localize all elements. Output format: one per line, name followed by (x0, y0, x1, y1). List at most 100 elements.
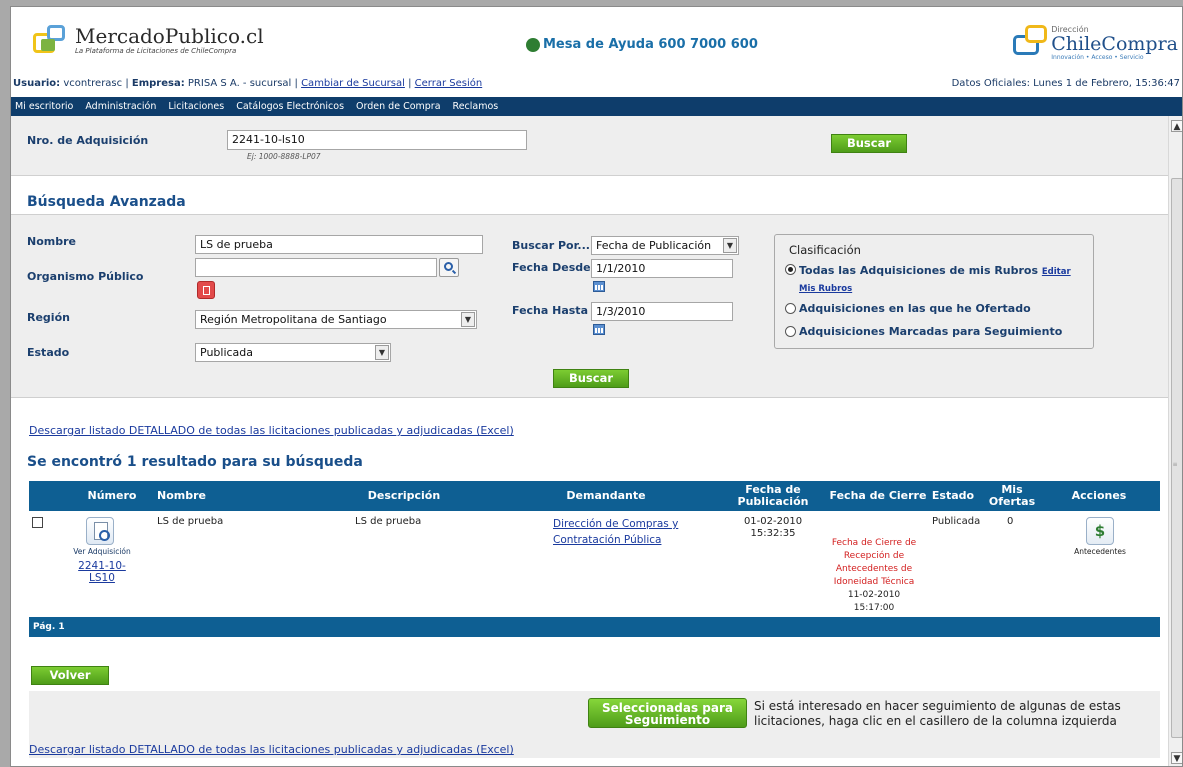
follow-selected-button[interactable]: Seleccionadas para Seguimiento (588, 698, 747, 728)
col-demandante: Demandante (566, 489, 646, 502)
calendar-icon[interactable] (593, 324, 605, 335)
mercadopublico-logo[interactable]: MercadoPublico.cl La Plataforma de Licit… (33, 25, 264, 56)
chilecompra-logo-icon (1011, 25, 1049, 57)
name-input[interactable]: LS de prueba (195, 235, 483, 254)
user-label: Usuario: (13, 78, 61, 89)
nav-catalogos[interactable]: Catálogos Electrónicos (236, 101, 344, 112)
col-numero: Número (87, 489, 137, 502)
date-to-input[interactable]: 1/3/2010 (591, 302, 733, 321)
table-row: Ver Adquisición 2241-10-LS10 LS de prueb… (29, 511, 1160, 617)
name-label: Nombre (27, 235, 76, 248)
chevron-down-icon: ▼ (723, 238, 737, 253)
view-document-icon[interactable] (86, 517, 114, 545)
vertical-scrollbar[interactable]: ▲ ≡ ▼ (1168, 116, 1182, 766)
content-area: Nro. de Adquisición 2241-10-ls10 Ej: 100… (11, 116, 1168, 766)
search-icon[interactable] (439, 258, 459, 277)
calendar-icon[interactable] (593, 281, 605, 292)
row-antecedentes-label[interactable]: Antecedentes (1067, 547, 1133, 556)
chevron-down-icon: ▼ (461, 312, 475, 327)
row-descripcion: LS de prueba (355, 516, 422, 527)
follow-note: Si está interesado en hacer seguimiento … (754, 699, 1121, 728)
download-link-top[interactable]: Descargar listado DETALLADO de todas las… (29, 424, 514, 437)
radio-followed-label: Adquisiciones Marcadas para Seguimiento (799, 325, 1063, 338)
region-label: Región (27, 311, 70, 324)
region-select[interactable]: Región Metropolitana de Santiago ▼ (195, 310, 477, 329)
col-fecha-publicacion: Fecha de Publicación (737, 483, 809, 508)
official-date: Datos Oficiales: Lunes 1 de Febrero, 15:… (951, 78, 1180, 89)
row-estado: Publicada (932, 516, 981, 527)
user-bar: Usuario: vcontrerasc | Empresa: PRISA S … (13, 78, 483, 89)
row-cierre-date: 11-02-2010 (847, 590, 901, 600)
company-label: Empresa: (131, 78, 185, 89)
logout-link[interactable]: Cerrar Sesión (415, 78, 483, 89)
help-desk: Mesa de Ayuda 600 7000 600 (526, 37, 758, 52)
mercadopublico-logo-icon (33, 25, 71, 55)
cc-subtitle: Innovación • Acceso • Servicio (1051, 54, 1144, 61)
advanced-search-title: Búsqueda Avanzada (27, 194, 186, 210)
change-branch-link[interactable]: Cambiar de Sucursal (301, 78, 405, 89)
main-nav: Mi escritorio Administración Licitacione… (11, 97, 1182, 116)
row-fecha-pub-date: 01-02-2010 (743, 516, 803, 527)
scroll-up-icon[interactable]: ▲ (1171, 120, 1182, 132)
scroll-down-icon[interactable]: ▼ (1171, 752, 1182, 764)
radio-followed[interactable]: Adquisiciones Marcadas para Seguimiento (785, 325, 1062, 338)
chilecompra-logo[interactable]: Dirección ChileCompra Innovación • Acces… (1011, 25, 1178, 61)
radio-selected[interactable] (785, 264, 796, 275)
acquisition-number-link[interactable]: 2241-10-LS10 (67, 560, 137, 584)
back-button[interactable]: Volver (31, 666, 109, 685)
nav-reclamos[interactable]: Reclamos (453, 101, 499, 112)
org-input[interactable] (195, 258, 437, 277)
date-from-label: Fecha Desde (512, 261, 591, 274)
nav-orden-compra[interactable]: Orden de Compra (356, 101, 440, 112)
nro-search-button[interactable]: Buscar (831, 134, 907, 153)
radio-all-rubros[interactable]: Todas las Adquisiciones de mis Rubros Ed… (785, 263, 1090, 297)
view-acquisition-label[interactable]: Ver Adquisición (67, 547, 137, 556)
search-by-select[interactable]: Fecha de Publicación ▼ (591, 236, 739, 255)
col-mis-ofertas: Mis Ofertas (988, 483, 1036, 508)
search-by-select-value: Fecha de Publicación (596, 239, 712, 252)
company-value: PRISA S A. - sucursal (187, 78, 292, 89)
date-from-input[interactable]: 1/1/2010 (591, 259, 733, 278)
classification-title: Clasificación (789, 243, 861, 257)
scroll-thumb[interactable] (1171, 178, 1182, 738)
download-link-bottom[interactable]: Descargar listado DETALLADO de todas las… (29, 743, 514, 756)
nro-search-panel: Nro. de Adquisición 2241-10-ls10 Ej: 100… (11, 116, 1168, 176)
advanced-search-panel: Nombre LS de prueba Organismo Público Re… (11, 214, 1168, 398)
region-select-value: Región Metropolitana de Santiago (200, 313, 387, 326)
state-select[interactable]: Publicada ▼ (195, 343, 391, 362)
nro-label: Nro. de Adquisición (27, 134, 149, 147)
col-descripcion: Descripción (367, 489, 441, 502)
nro-input[interactable]: 2241-10-ls10 (227, 130, 527, 150)
search-by-label: Buscar Por... (512, 239, 590, 252)
col-acciones: Acciones (1071, 489, 1127, 502)
row-mis-ofertas: 0 (1007, 516, 1014, 527)
scroll-grip-icon: ≡ (1172, 461, 1178, 468)
org-label: Organismo Público (27, 270, 144, 283)
delete-icon[interactable] (197, 281, 215, 299)
nav-mi-escritorio[interactable]: Mi escritorio (15, 101, 73, 112)
pagination-bar[interactable]: Pág. 1 (29, 617, 1160, 637)
col-nombre: Nombre (157, 489, 206, 502)
money-icon[interactable]: $ (1086, 517, 1114, 545)
results-title: Se encontró 1 resultado para su búsqueda (27, 454, 363, 470)
classification-box: Clasificación Todas las Adquisiciones de… (774, 234, 1094, 349)
radio-all-rubros-label: Todas las Adquisiciones de mis Rubros (799, 264, 1039, 277)
radio-unselected[interactable] (785, 303, 796, 314)
row-fecha-pub-time: 15:32:35 (750, 528, 796, 539)
row-demandante-link[interactable]: Dirección de Compras y Contratación Públ… (553, 516, 688, 548)
row-nombre: LS de prueba (157, 516, 224, 527)
nav-administracion[interactable]: Administración (85, 101, 156, 112)
follow-checkbox[interactable] (32, 517, 43, 528)
cc-title: ChileCompra (1051, 33, 1178, 55)
row-cierre-time: 15:17:00 (853, 603, 895, 613)
advanced-search-button[interactable]: Buscar (553, 369, 629, 388)
mp-title: MercadoPublico.cl (75, 24, 264, 48)
radio-offered[interactable]: Adquisiciones en las que he Ofertado (785, 302, 1031, 315)
nro-hint: Ej: 1000-8888-LP07 (247, 152, 321, 161)
row-cierre-note: Fecha de Cierre de Recepción de Antecede… (831, 538, 917, 587)
chevron-down-icon: ▼ (375, 345, 389, 360)
radio-unselected[interactable] (785, 326, 796, 337)
radio-offered-label: Adquisiciones en las que he Ofertado (799, 302, 1031, 315)
nav-licitaciones[interactable]: Licitaciones (168, 101, 224, 112)
page-header: MercadoPublico.cl La Plataforma de Licit… (11, 7, 1182, 97)
